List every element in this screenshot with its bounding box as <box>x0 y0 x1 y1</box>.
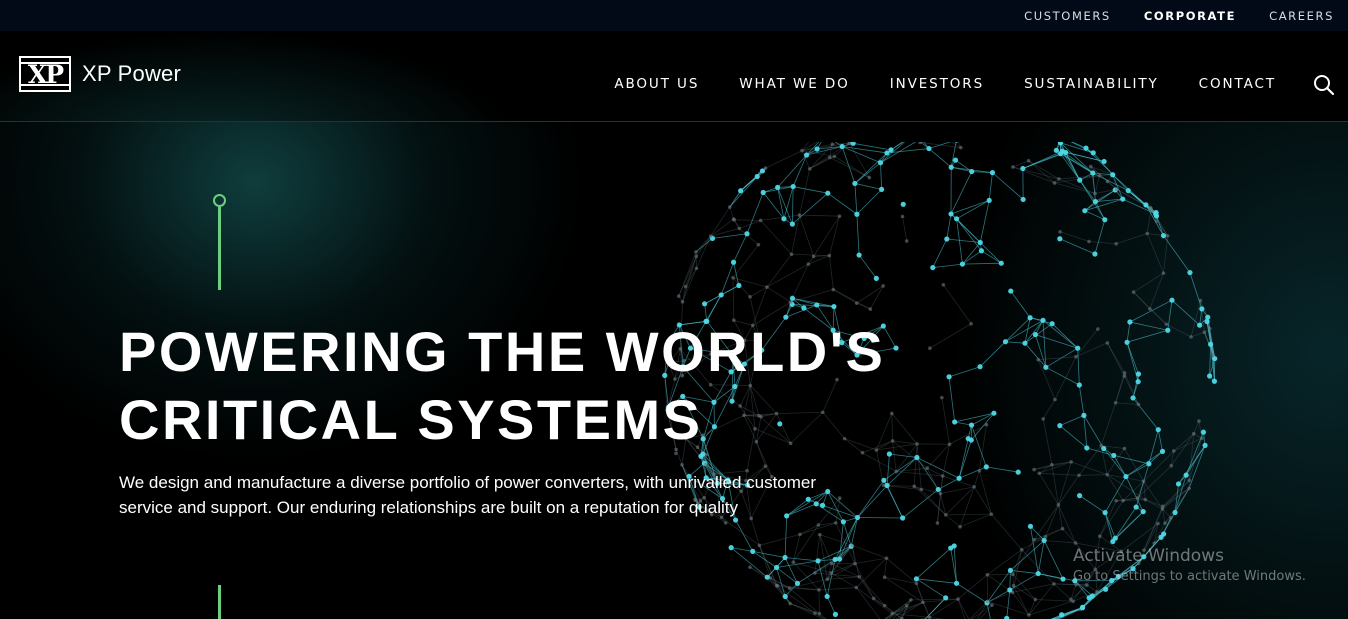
nav-sustainability[interactable]: SUSTAINABILITY <box>1024 76 1159 92</box>
nav-contact[interactable]: CONTACT <box>1199 76 1276 92</box>
hero-headline-line1: POWERING THE WORLD'S <box>119 320 886 383</box>
watermark-title: Activate Windows <box>1073 546 1224 566</box>
logo-mark: XP <box>19 56 71 92</box>
main-nav: ABOUT US WHAT WE DO INVESTORS SUSTAINABI… <box>574 76 1276 92</box>
nav-about-us[interactable]: ABOUT US <box>614 76 699 92</box>
hero-headline: POWERING THE WORLD'S CRITICAL SYSTEMS <box>119 318 1019 454</box>
search-icon[interactable] <box>1313 74 1335 96</box>
decorative-ring <box>213 194 226 207</box>
topbar-link-corporate[interactable]: CORPORATE <box>1144 9 1236 23</box>
topbar-link-customers[interactable]: CUSTOMERS <box>1024 9 1111 23</box>
logo[interactable]: XP XP Power <box>19 56 181 92</box>
watermark-subtitle: Go to Settings to activate Windows. <box>1073 569 1306 584</box>
hero-description: We design and manufacture a diverse port… <box>119 473 817 517</box>
hero-headline-line2: CRITICAL SYSTEMS <box>119 388 703 451</box>
nav-what-we-do[interactable]: WHAT WE DO <box>739 76 849 92</box>
topbar-link-careers[interactable]: CAREERS <box>1269 9 1334 23</box>
hero-section: POWERING THE WORLD'S CRITICAL SYSTEMS We… <box>0 122 1348 619</box>
main-header: XP XP Power ABOUT US WHAT WE DO INVESTOR… <box>0 31 1348 122</box>
decorative-line-bottom <box>218 585 221 619</box>
windows-activation-watermark: Activate Windows Go to Settings to activ… <box>1073 546 1306 584</box>
decorative-line-top <box>218 207 221 290</box>
logo-text: XP Power <box>82 61 182 86</box>
nav-investors[interactable]: INVESTORS <box>890 76 984 92</box>
top-utility-bar: CUSTOMERS CORPORATE CAREERS <box>0 0 1348 31</box>
